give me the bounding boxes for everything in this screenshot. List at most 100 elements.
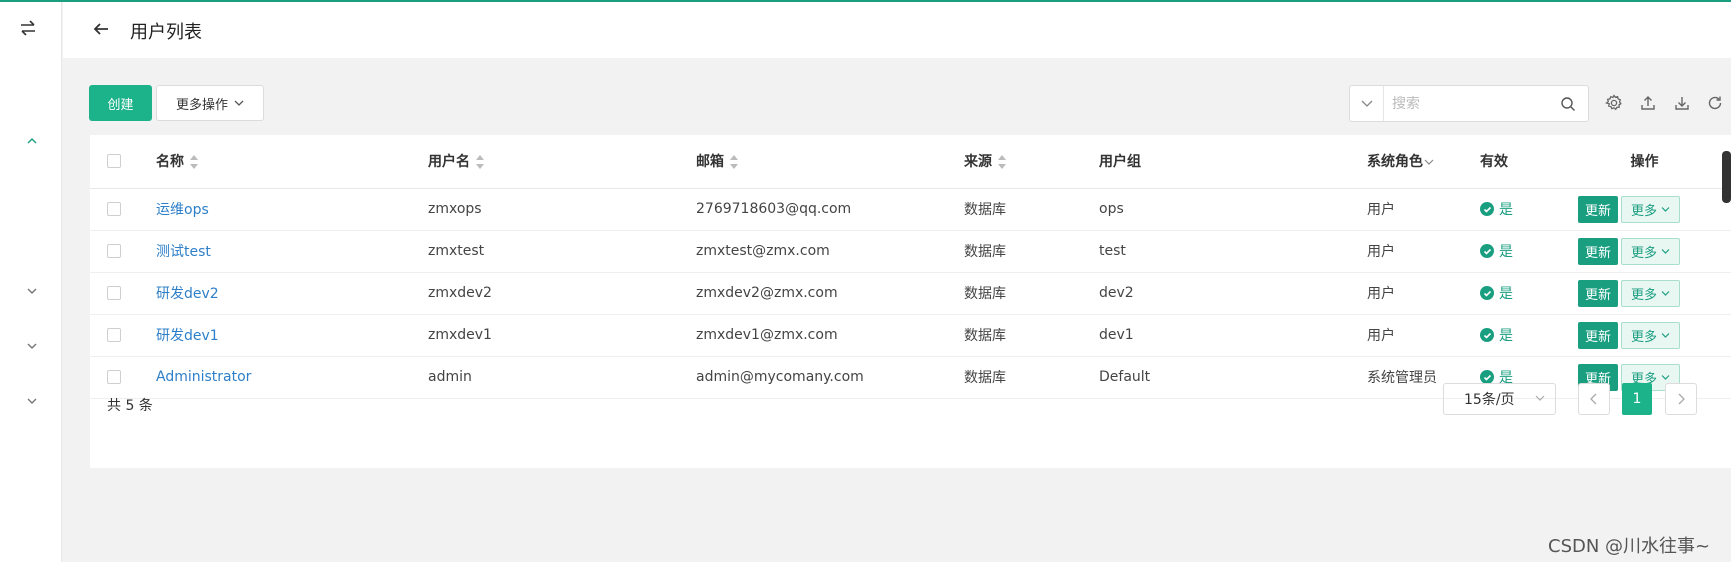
check-circle-icon — [1480, 328, 1494, 342]
row-checkbox[interactable] — [107, 328, 121, 342]
search-box — [1349, 85, 1589, 122]
check-circle-icon — [1480, 202, 1494, 216]
email-cell: zmxdev2@zmx.com — [696, 285, 838, 301]
more-actions-label: 更多操作 — [175, 97, 228, 113]
valid-status: 是 — [1480, 241, 1513, 261]
sort-icon[interactable] — [476, 155, 484, 170]
chevron-down-icon — [1661, 290, 1670, 296]
update-button[interactable]: 更新 — [1578, 279, 1618, 307]
chevron-down-icon — [1361, 100, 1372, 107]
username-cell: zmxops — [428, 201, 482, 217]
table-row: 运维ops zmxops 2769718603@qq.com 数据库 ops 用户 是 更新更… — [90, 188, 1731, 230]
valid-status: 是 — [1480, 283, 1513, 303]
email-cell: zmxtest@zmx.com — [696, 243, 830, 259]
column-header-username[interactable]: 用户名 — [428, 154, 470, 170]
row-more-button[interactable]: 更多 — [1621, 321, 1680, 349]
table-header-row: 名称 用户名 邮箱 来源 用户组 系统角色 有效 操作 — [90, 135, 1731, 188]
email-cell: 2769718603@qq.com — [696, 201, 852, 217]
check-circle-icon — [1480, 244, 1494, 258]
role-cell: 用户 — [1367, 202, 1395, 218]
username-cell: zmxtest — [428, 243, 485, 259]
username-cell: zmxdev2 — [428, 285, 492, 301]
column-header-source[interactable]: 来源 — [964, 154, 992, 170]
row-more-label: 更多 — [1630, 203, 1657, 219]
row-more-label: 更多 — [1630, 245, 1657, 261]
sidebar — [0, 2, 62, 562]
valid-label: 是 — [1499, 328, 1513, 344]
column-header-name[interactable]: 名称 — [156, 154, 184, 170]
valid-status: 是 — [1480, 325, 1513, 345]
role-cell: 用户 — [1367, 286, 1395, 302]
more-actions-button[interactable]: 更多操作 — [156, 85, 264, 121]
chevron-down-icon — [234, 100, 244, 106]
user-name-link[interactable]: 测试test — [156, 244, 211, 260]
filter-chevron-icon[interactable] — [1424, 158, 1434, 166]
page-number-current[interactable]: 1 — [1622, 383, 1652, 415]
row-checkbox[interactable] — [107, 202, 121, 216]
group-cell: dev2 — [1099, 285, 1134, 301]
download-icon[interactable] — [1673, 94, 1691, 112]
chevron-down-icon — [1535, 395, 1545, 401]
chevron-down-icon[interactable] — [25, 286, 39, 296]
chevron-down-icon — [1661, 332, 1670, 338]
row-more-button[interactable]: 更多 — [1621, 237, 1680, 265]
prev-page-button[interactable] — [1578, 383, 1610, 415]
source-cell: 数据库 — [964, 244, 1006, 260]
page-title: 用户列表 — [130, 22, 202, 43]
column-header-role[interactable]: 系统角色 — [1367, 154, 1423, 170]
refresh-icon[interactable] — [1706, 94, 1724, 112]
user-table-card: 名称 用户名 邮箱 来源 用户组 系统角色 有效 操作 运维ops zmxops 2… — [90, 135, 1731, 468]
update-button[interactable]: 更新 — [1578, 195, 1618, 223]
valid-status: 是 — [1480, 199, 1513, 219]
page-size-select[interactable]: 15条/页 — [1443, 383, 1556, 415]
row-checkbox[interactable] — [107, 286, 121, 300]
swap-arrows-icon[interactable] — [18, 18, 38, 38]
create-button[interactable]: 创建 — [89, 85, 152, 121]
row-checkbox[interactable] — [107, 244, 121, 258]
valid-label: 是 — [1499, 244, 1513, 260]
table-row: 测试test zmxtest zmxtest@zmx.com 数据库 test 用户 是 更新… — [90, 230, 1731, 272]
email-cell: zmxdev1@zmx.com — [696, 327, 838, 343]
column-header-group: 用户组 — [1099, 154, 1141, 171]
search-field-dropdown[interactable] — [1350, 86, 1384, 121]
user-name-link[interactable]: 运维ops — [156, 202, 209, 218]
chevron-down-icon — [1661, 206, 1670, 212]
page-header: 用户列表 — [63, 2, 1731, 58]
row-more-label: 更多 — [1630, 329, 1657, 345]
role-cell: 用户 — [1367, 328, 1395, 344]
select-all-checkbox[interactable] — [107, 154, 121, 169]
row-more-button[interactable]: 更多 — [1621, 195, 1680, 223]
group-cell: test — [1099, 243, 1126, 259]
source-cell: 数据库 — [964, 286, 1006, 302]
update-button[interactable]: 更新 — [1578, 321, 1618, 349]
scrollbar-thumb[interactable] — [1722, 151, 1731, 203]
source-cell: 数据库 — [964, 202, 1006, 218]
search-icon[interactable] — [1560, 96, 1576, 112]
sort-icon[interactable] — [998, 155, 1006, 170]
user-name-link[interactable]: 研发dev1 — [156, 328, 219, 344]
role-cell: 用户 — [1367, 244, 1395, 260]
chevron-down-icon[interactable] — [25, 341, 39, 351]
next-page-button[interactable] — [1665, 383, 1697, 415]
row-more-button[interactable]: 更多 — [1621, 279, 1680, 307]
chevron-down-icon[interactable] — [25, 396, 39, 406]
sort-icon[interactable] — [730, 155, 738, 170]
settings-icon[interactable] — [1605, 94, 1623, 112]
table-footer: 共 5 条 15条/页 1 — [90, 371, 1731, 431]
page-size-value: 15条/页 — [1464, 392, 1515, 408]
search-input[interactable] — [1392, 92, 1552, 116]
group-cell: ops — [1099, 201, 1124, 217]
valid-label: 是 — [1499, 286, 1513, 302]
user-name-link[interactable]: 研发dev2 — [156, 286, 219, 302]
arrow-left-icon[interactable] — [91, 19, 111, 39]
chevron-up-icon[interactable] — [25, 136, 39, 146]
table-row: 研发dev2 zmxdev2 zmxdev2@zmx.com 数据库 dev2 用户 是 更新… — [90, 272, 1731, 314]
chevron-left-icon — [1590, 393, 1597, 405]
watermark: CSDN @川水往事~ — [1548, 536, 1711, 557]
column-header-valid: 有效 — [1480, 154, 1508, 171]
upload-icon[interactable] — [1639, 94, 1657, 112]
update-button[interactable]: 更新 — [1578, 237, 1618, 265]
sort-icon[interactable] — [190, 155, 198, 170]
column-header-email[interactable]: 邮箱 — [696, 154, 724, 170]
table-row: 研发dev1 zmxdev1 zmxdev1@zmx.com 数据库 dev1 用户 是 更新… — [90, 314, 1731, 356]
